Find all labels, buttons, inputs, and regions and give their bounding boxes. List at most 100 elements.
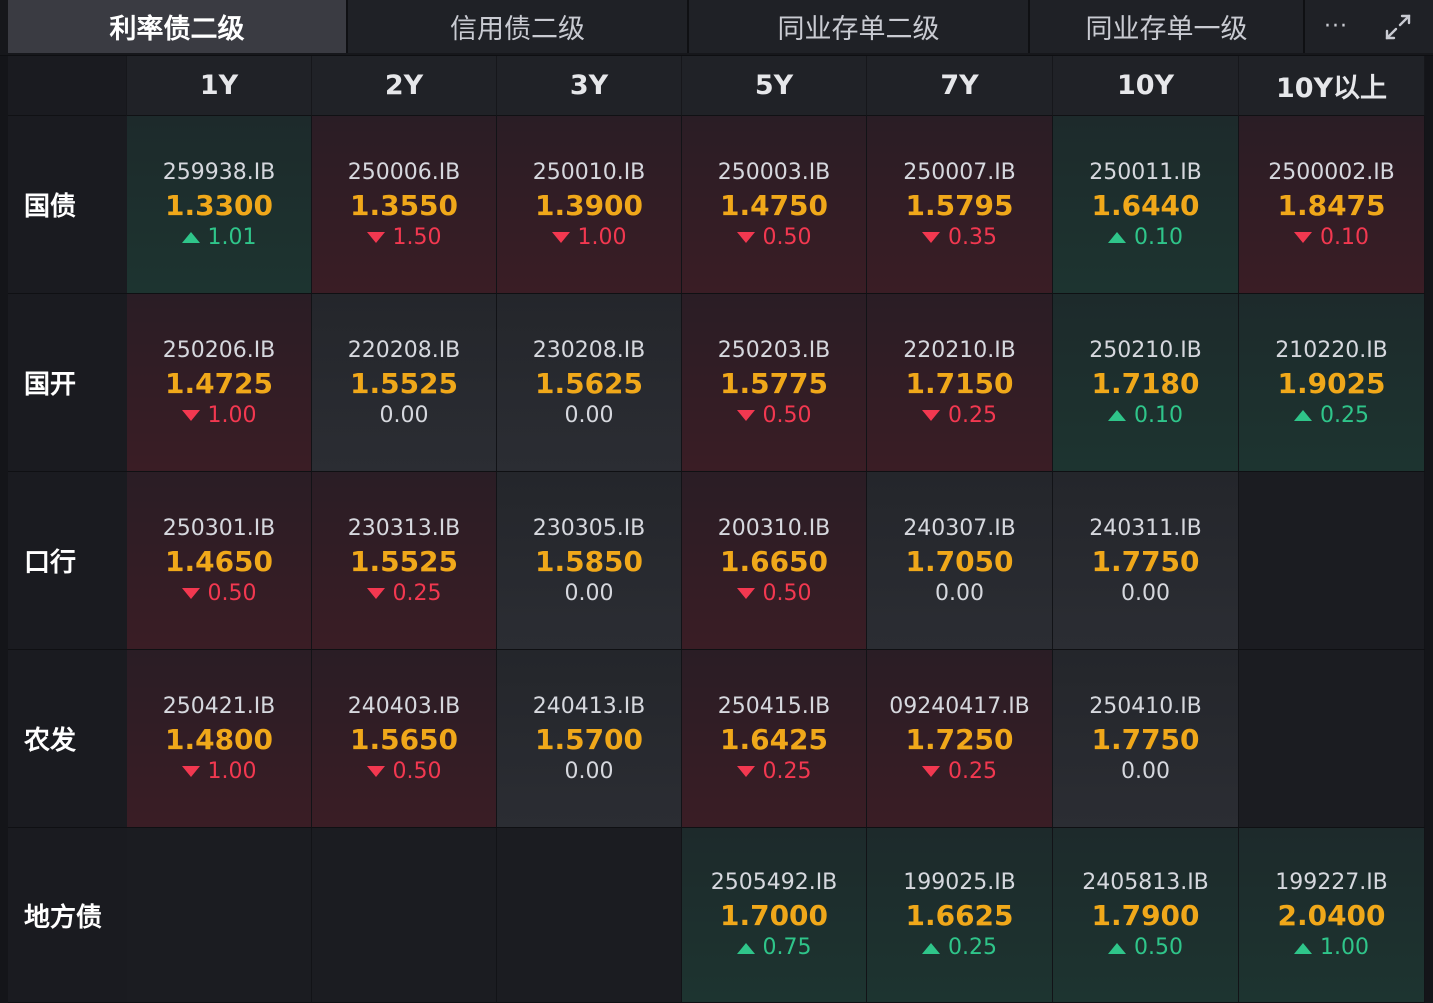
bond-cell[interactable]: 230313.IB 1.5525 0.25: [312, 472, 497, 650]
yield-change-value: 0.50: [1134, 935, 1183, 960]
empty-cell: [312, 828, 497, 1003]
bond-code: 09240417.IB: [889, 693, 1030, 719]
triangle-down-icon: [736, 232, 755, 243]
tab-rate-bond-secondary[interactable]: 利率债二级: [8, 0, 348, 53]
bond-cell[interactable]: 230208.IB 1.5625 0.00: [497, 294, 682, 472]
bond-yield: 1.7250: [905, 722, 1014, 756]
row-label: 口行: [8, 472, 127, 650]
column-header-7y: 7Y: [867, 56, 1053, 116]
column-header-10y-plus: 10Y以上: [1239, 56, 1425, 116]
bond-cell[interactable]: 250011.IB 1.6440 0.10: [1053, 116, 1239, 294]
bond-yield: 1.6425: [719, 722, 829, 756]
bond-cell[interactable]: 220210.IB 1.7150 0.25: [867, 294, 1053, 472]
more-horizontal-icon[interactable]: ···: [1315, 8, 1357, 44]
yield-change: 0.10: [1108, 224, 1183, 252]
tab-ncd-secondary[interactable]: 同业存单二级: [689, 0, 1030, 53]
triangle-up-icon: [181, 232, 200, 243]
bond-cell[interactable]: 240413.IB 1.5700 0.00: [497, 650, 682, 828]
bond-cell[interactable]: 210220.IB 1.9025 0.25: [1239, 294, 1425, 472]
bond-yield: 1.7000: [719, 899, 829, 932]
triangle-down-icon: [736, 766, 755, 777]
bond-code: 220210.IB: [903, 337, 1016, 363]
row-label: 地方债: [8, 828, 127, 1003]
bond-yield: 1.6440: [1091, 188, 1200, 222]
bond-code: 200310.IB: [717, 515, 831, 541]
bond-code: 250011.IB: [1089, 159, 1202, 185]
bond-cell[interactable]: 199025.IB 1.6625 0.25: [867, 828, 1053, 1003]
bond-cell[interactable]: 250206.IB 1.4725 1.00: [127, 294, 312, 472]
yield-grid: 1Y 2Y 3Y 5Y 7Y 10Y 10Y以上 国债 259938.IB 1.33…: [8, 56, 1425, 1003]
bond-code: 240413.IB: [532, 693, 646, 719]
empty-cell: [127, 828, 312, 1003]
bond-cell[interactable]: 240307.IB 1.7050 0.00: [867, 472, 1053, 650]
bond-cell[interactable]: 250421.IB 1.4800 1.00: [127, 650, 312, 828]
bond-cell[interactable]: 250003.IB 1.4750 0.50: [682, 116, 867, 294]
column-header-5y: 5Y: [682, 56, 867, 116]
row-label: 农发: [8, 650, 127, 828]
triangle-up-icon: [1108, 232, 1126, 243]
tab-ncd-primary[interactable]: 同业存单一级: [1030, 0, 1305, 53]
yield-change: 0.00: [1121, 758, 1170, 786]
bond-code: 230208.IB: [532, 337, 646, 363]
bond-code: 250206.IB: [162, 337, 276, 363]
bond-cell[interactable]: 259938.IB 1.3300 1.01: [127, 116, 312, 294]
bond-yield: 1.9025: [1277, 366, 1386, 400]
triangle-down-icon: [181, 410, 200, 421]
row-label: 国债: [8, 116, 127, 294]
bond-code: 199025.IB: [903, 870, 1016, 895]
bond-cell[interactable]: 250203.IB 1.5775 0.50: [682, 294, 867, 472]
yield-change: 0.25: [366, 580, 441, 608]
bond-cell[interactable]: 2505492.IB 1.7000 0.75: [682, 828, 867, 1003]
bond-cell[interactable]: 2500002.IB 1.8475 0.10: [1239, 116, 1425, 294]
bond-yield: 1.5700: [534, 722, 644, 756]
bond-code: 240311.IB: [1089, 515, 1202, 541]
empty-cell: [497, 828, 682, 1003]
bond-code: 199227.IB: [1275, 870, 1388, 895]
yield-change-value: 1.00: [577, 224, 627, 250]
yield-change: 0.00: [1121, 580, 1170, 608]
triangle-down-icon: [366, 588, 385, 599]
bond-code: 250301.IB: [162, 515, 276, 541]
bond-cell[interactable]: 200310.IB 1.6650 0.50: [682, 472, 867, 650]
bond-code: 230313.IB: [347, 515, 461, 541]
yield-change: 0.10: [1108, 402, 1183, 430]
yield-change-value: 1.01: [207, 224, 257, 250]
bond-cell[interactable]: 220208.IB 1.5525 0.00: [312, 294, 497, 472]
bond-cell[interactable]: 240311.IB 1.7750 0.00: [1053, 472, 1239, 650]
bond-code: 250203.IB: [717, 337, 831, 363]
bond-cell[interactable]: 199227.IB 2.0400 1.00: [1239, 828, 1425, 1003]
bond-cell[interactable]: 230305.IB 1.5850 0.00: [497, 472, 682, 650]
bond-yield-matrix-app: 利率债二级 信用债二级 同业存单二级 同业存单一级 ··· 1Y 2Y 3Y 5…: [0, 0, 1433, 1003]
bond-cell[interactable]: 2405813.IB 1.7900 0.50: [1053, 828, 1239, 1003]
bond-code: 220208.IB: [347, 337, 461, 363]
bond-yield: 1.8475: [1277, 188, 1386, 222]
yield-change-value: 0.25: [1320, 402, 1369, 428]
yield-change-value: 1.50: [392, 224, 442, 250]
bond-code: 250006.IB: [347, 159, 461, 185]
bond-yield: 1.5650: [349, 722, 459, 756]
bond-cell[interactable]: 250007.IB 1.5795 0.35: [867, 116, 1053, 294]
bond-cell[interactable]: 250010.IB 1.3900 1.00: [497, 116, 682, 294]
yield-change-value: 0.50: [762, 580, 812, 606]
bond-cell[interactable]: 250006.IB 1.3550 1.50: [312, 116, 497, 294]
bond-cell[interactable]: 250301.IB 1.4650 0.50: [127, 472, 312, 650]
bond-cell[interactable]: 240403.IB 1.5650 0.50: [312, 650, 497, 828]
triangle-down-icon: [922, 766, 940, 777]
bond-code: 259938.IB: [162, 159, 276, 185]
yield-change-value: 0.75: [762, 935, 812, 960]
triangle-up-icon: [736, 942, 755, 954]
triangle-down-icon: [181, 766, 200, 777]
tab-credit-bond-secondary[interactable]: 信用债二级: [348, 0, 689, 53]
bond-code: 2500002.IB: [1268, 159, 1395, 185]
bond-cell[interactable]: 250415.IB 1.6425 0.25: [682, 650, 867, 828]
bond-cell[interactable]: 250410.IB 1.7750 0.00: [1053, 650, 1239, 828]
triangle-down-icon: [736, 410, 755, 421]
expand-icon[interactable]: [1380, 10, 1416, 44]
bond-code: 2505492.IB: [710, 870, 838, 895]
bond-cell[interactable]: 09240417.IB 1.7250 0.25: [867, 650, 1053, 828]
yield-change: 0.00: [565, 580, 614, 608]
bond-cell[interactable]: 250210.IB 1.7180 0.10: [1053, 294, 1239, 472]
yield-change-value: 0.10: [1134, 224, 1183, 250]
bond-code: 230305.IB: [532, 515, 646, 541]
yield-change-value: 0.50: [762, 402, 812, 428]
